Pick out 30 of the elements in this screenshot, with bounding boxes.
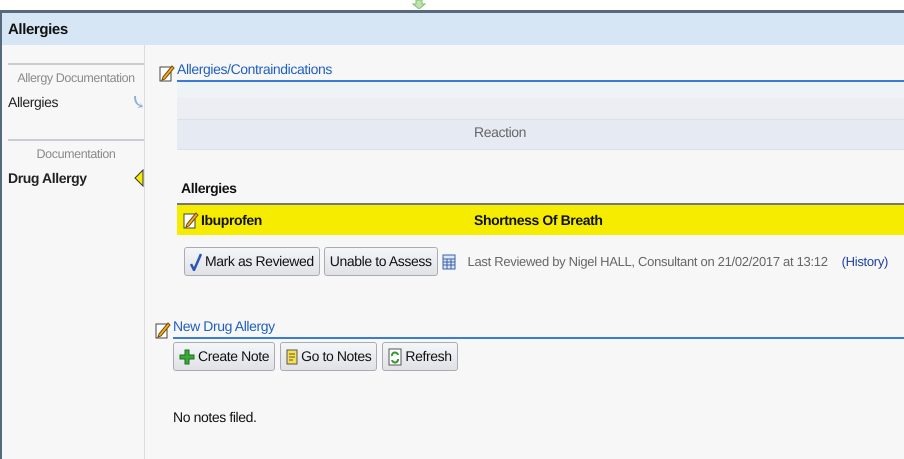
- review-text: Last Reviewed by Nigel HALL, Consultant on 21/02/2017 at 13:12: [468, 252, 828, 271]
- history-link[interactable]: (History): [842, 252, 888, 272]
- section-heading: Documentation: [8, 138, 144, 164]
- toolbar-button[interactable]: Create Note: [173, 342, 276, 371]
- toolbar-button[interactable]: Go to Notes: [280, 342, 378, 371]
- reaction-cell-text: Shortness Of Breath: [474, 210, 603, 230]
- calendar-icon: [442, 254, 456, 270]
- arrow-down-icon: [412, 0, 426, 9]
- pointer-icon: [134, 169, 144, 187]
- window-title: Allergies: [2, 13, 904, 45]
- column-header: Reaction: [474, 123, 526, 142]
- edit-icon: [159, 64, 175, 82]
- section-heading: Allergy Documentation: [8, 63, 144, 88]
- checkmark-icon: [190, 252, 202, 270]
- table-row[interactable]: Ibuprofen Shortness Of Breath: [177, 205, 904, 235]
- toolbar-button[interactable]: Unable to Assess: [324, 247, 438, 276]
- edit-icon: [155, 321, 171, 339]
- plus-icon: [179, 348, 195, 364]
- section-title: Allergies/Contraindications: [177, 61, 332, 77]
- edit-icon: [183, 211, 199, 229]
- toolbar-button[interactable]: Refresh: [382, 342, 458, 371]
- refresh-icon: [388, 348, 402, 366]
- note-icon: [286, 348, 298, 364]
- jump-arrow-icon: [134, 95, 144, 110]
- allergen-cell-text: Ibuprofen: [201, 210, 262, 230]
- sidebar-item[interactable]: Allergies: [8, 88, 144, 117]
- section-title: New Drug Allergy: [173, 318, 275, 334]
- status-message: No notes filed.: [172, 408, 258, 427]
- sidebar-item[interactable]: Drug Allergy: [8, 164, 144, 192]
- toolbar-button[interactable]: Mark as Reviewed: [184, 247, 320, 276]
